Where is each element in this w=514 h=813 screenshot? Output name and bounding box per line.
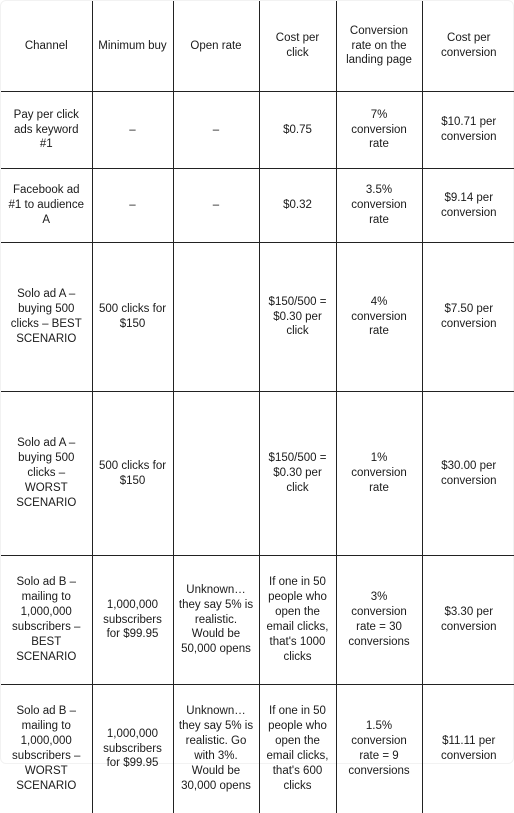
table-body: Pay per click ads keyword #1 – – $0.75 7…	[1, 92, 514, 813]
column-header-channel: Channel	[1, 1, 92, 92]
cell-open-rate	[173, 243, 259, 392]
cell-channel: Solo ad B – mailing to 1,000,000 subscri…	[1, 685, 92, 813]
table-row: Solo ad A – buying 500 clicks – WORST SC…	[1, 392, 514, 556]
cell-channel: Solo ad A – buying 500 clicks – WORST SC…	[1, 392, 92, 556]
column-header-conversion-rate: Conversion rate on the landing page	[336, 1, 422, 92]
cell-cost-per-click: $150/500 = $0.30 per click	[259, 243, 336, 392]
cell-channel: Pay per click ads keyword #1	[1, 92, 92, 169]
cell-cost-per-click: $0.32	[259, 169, 336, 243]
cell-minimum-buy: 500 clicks for $150	[92, 243, 173, 392]
table-container: Channel Minimum buy Open rate Cost per c…	[0, 0, 514, 764]
cell-open-rate	[173, 392, 259, 556]
table-row: Facebook ad #1 to audience A – – $0.32 3…	[1, 169, 514, 243]
cell-cost-per-click: $150/500 = $0.30 per click	[259, 392, 336, 556]
cell-open-rate: –	[173, 169, 259, 243]
cell-cost-per-conversion: $3.30 per conversion	[422, 556, 514, 685]
cell-cost-per-conversion: $10.71 per conversion	[422, 92, 514, 169]
column-header-open-rate: Open rate	[173, 1, 259, 92]
cell-open-rate: –	[173, 92, 259, 169]
cell-conversion-rate: 7% conversion rate	[336, 92, 422, 169]
table-row: Solo ad A – buying 500 clicks – BEST SCE…	[1, 243, 514, 392]
cell-minimum-buy: –	[92, 169, 173, 243]
cell-minimum-buy: 500 clicks for $150	[92, 392, 173, 556]
cell-conversion-rate: 1.5% conversion rate = 9 conversions	[336, 685, 422, 813]
table-row: Solo ad B – mailing to 1,000,000 subscri…	[1, 556, 514, 685]
table-header: Channel Minimum buy Open rate Cost per c…	[1, 1, 514, 92]
cell-open-rate: Unknown… they say 5% is realistic. Go wi…	[173, 685, 259, 813]
cell-minimum-buy: 1,000,000 subscribers for $99.95	[92, 685, 173, 813]
cell-cost-per-conversion: $7.50 per conversion	[422, 243, 514, 392]
channel-cost-comparison-table: Channel Minimum buy Open rate Cost per c…	[1, 1, 514, 813]
cell-cost-per-conversion: $30.00 per conversion	[422, 392, 514, 556]
cell-channel: Facebook ad #1 to audience A	[1, 169, 92, 243]
table-header-row: Channel Minimum buy Open rate Cost per c…	[1, 1, 514, 92]
cell-channel: Solo ad B – mailing to 1,000,000 subscri…	[1, 556, 92, 685]
column-header-minimum-buy: Minimum buy	[92, 1, 173, 92]
cell-minimum-buy: 1,000,000 subscribers for $99.95	[92, 556, 173, 685]
cell-cost-per-click: If one in 50 people who open the email c…	[259, 685, 336, 813]
table-row: Pay per click ads keyword #1 – – $0.75 7…	[1, 92, 514, 169]
cell-cost-per-click: If one in 50 people who open the email c…	[259, 556, 336, 685]
cell-minimum-buy: –	[92, 92, 173, 169]
cell-cost-per-conversion: $11.11 per conversion	[422, 685, 514, 813]
cell-conversion-rate: 3.5% conversion rate	[336, 169, 422, 243]
cell-open-rate: Unknown… they say 5% is realistic. Would…	[173, 556, 259, 685]
cell-cost-per-click: $0.75	[259, 92, 336, 169]
cell-cost-per-conversion: $9.14 per conversion	[422, 169, 514, 243]
column-header-cost-per-click: Cost per click	[259, 1, 336, 92]
column-header-cost-per-conversion: Cost per conversion	[422, 1, 514, 92]
cell-conversion-rate: 3% conversion rate = 30 conversions	[336, 556, 422, 685]
cell-conversion-rate: 1% conversion rate	[336, 392, 422, 556]
cell-conversion-rate: 4% conversion rate	[336, 243, 422, 392]
cell-channel: Solo ad A – buying 500 clicks – BEST SCE…	[1, 243, 92, 392]
table-row: Solo ad B – mailing to 1,000,000 subscri…	[1, 685, 514, 813]
